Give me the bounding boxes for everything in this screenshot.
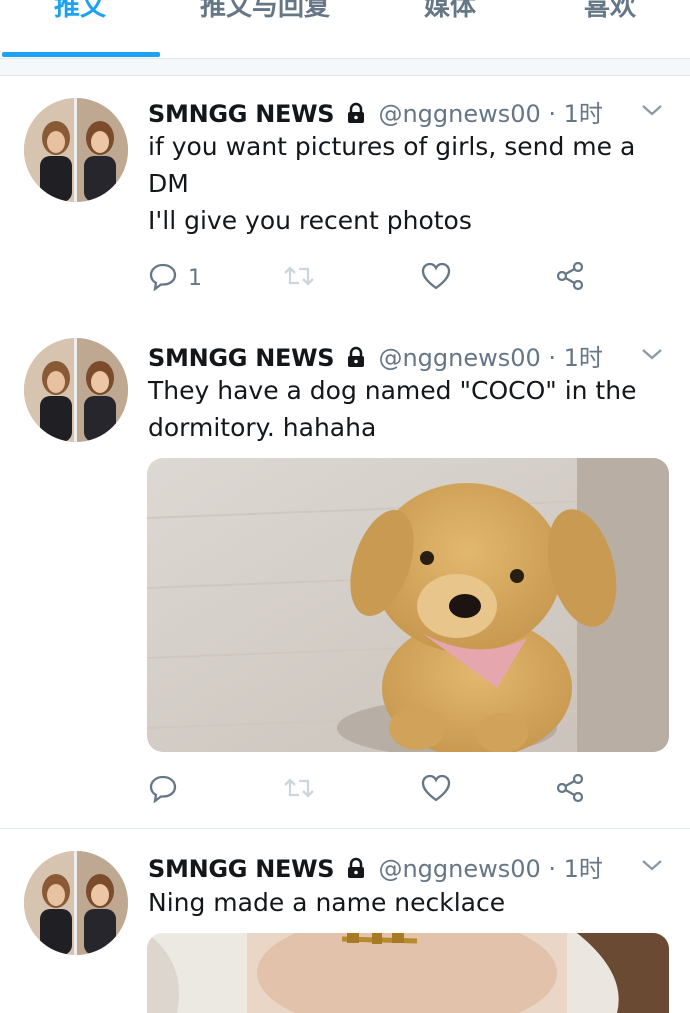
tweet-text-line: DM: [148, 169, 189, 198]
reply-icon: [148, 261, 178, 295]
tweet-text-line: I'll give you recent photos: [148, 206, 472, 235]
tab-tweets-and-replies[interactable]: 推文与回复: [170, 0, 360, 58]
tweet-text: Ning made a name necklace: [148, 884, 668, 921]
active-tab-indicator: [2, 52, 160, 57]
reply-icon: [148, 773, 178, 807]
avatar[interactable]: [24, 338, 128, 442]
lock-icon: [345, 857, 367, 883]
tweet-text: They have a dog named "COCO" in the dorm…: [148, 372, 668, 446]
chevron-down-icon[interactable]: [640, 346, 664, 366]
share-button[interactable]: [554, 260, 586, 296]
tweet-text-line: if you want pictures of girls, send me a: [148, 132, 636, 161]
tweet[interactable]: SMNGG NEWS @nggnews00 · 1时 Ning made a n…: [0, 829, 690, 1013]
tweet-header: SMNGG NEWS @nggnews00 · 1时: [148, 338, 603, 373]
like-button[interactable]: [420, 772, 452, 808]
tweet-text-line: Ning made a name necklace: [148, 888, 506, 917]
retweet-icon: [282, 773, 316, 807]
tweet[interactable]: SMNGG NEWS @nggnews00 · 1时 They have a d…: [0, 316, 690, 829]
lock-icon: [345, 102, 367, 128]
retweet-button[interactable]: [282, 772, 316, 808]
necklace-photo[interactable]: [147, 933, 669, 1013]
share-icon: [554, 260, 586, 296]
tweet-text-line: dormitory. hahaha: [148, 413, 377, 442]
reply-button[interactable]: [148, 772, 178, 808]
tweet-actions: 1: [148, 260, 628, 296]
chevron-down-icon[interactable]: [640, 102, 664, 122]
share-button[interactable]: [554, 772, 586, 808]
tweet-text: if you want pictures of girls, send me a…: [148, 128, 668, 239]
avatar[interactable]: [24, 851, 128, 955]
tweet-text-line: They have a dog named "COCO" in the: [148, 376, 637, 405]
display-name[interactable]: SMNGG NEWS: [148, 100, 335, 128]
share-icon: [554, 772, 586, 808]
handle-time: @nggnews00 · 1时: [378, 855, 603, 883]
section-divider: [0, 59, 690, 76]
lock-icon: [345, 346, 367, 372]
handle-time: @nggnews00 · 1时: [378, 100, 603, 128]
display-name[interactable]: SMNGG NEWS: [148, 855, 335, 883]
tweet-header: SMNGG NEWS @nggnews00 · 1时: [148, 94, 603, 129]
tab-tweets[interactable]: 推文: [0, 0, 160, 58]
profile-tabs: 推文 推文与回复 媒体 喜欢: [0, 0, 690, 59]
reply-button[interactable]: 1: [148, 260, 202, 296]
chevron-down-icon[interactable]: [640, 857, 664, 877]
tab-media[interactable]: 媒体: [370, 0, 530, 58]
reply-count: 1: [188, 265, 202, 291]
tab-likes[interactable]: 喜欢: [530, 0, 690, 58]
tweet-header: SMNGG NEWS @nggnews00 · 1时: [148, 849, 603, 884]
heart-icon: [420, 261, 452, 295]
display-name[interactable]: SMNGG NEWS: [148, 344, 335, 372]
heart-icon: [420, 773, 452, 807]
retweet-icon: [282, 261, 316, 295]
tweet[interactable]: SMNGG NEWS @nggnews00 · 1时 if you want p…: [0, 76, 690, 317]
retweet-button[interactable]: [282, 260, 316, 296]
like-button[interactable]: [420, 260, 452, 296]
handle-time: @nggnews00 · 1时: [378, 344, 603, 372]
tweet-actions: [148, 772, 628, 808]
avatar[interactable]: [24, 98, 128, 202]
plush-dog-photo[interactable]: [147, 458, 669, 752]
